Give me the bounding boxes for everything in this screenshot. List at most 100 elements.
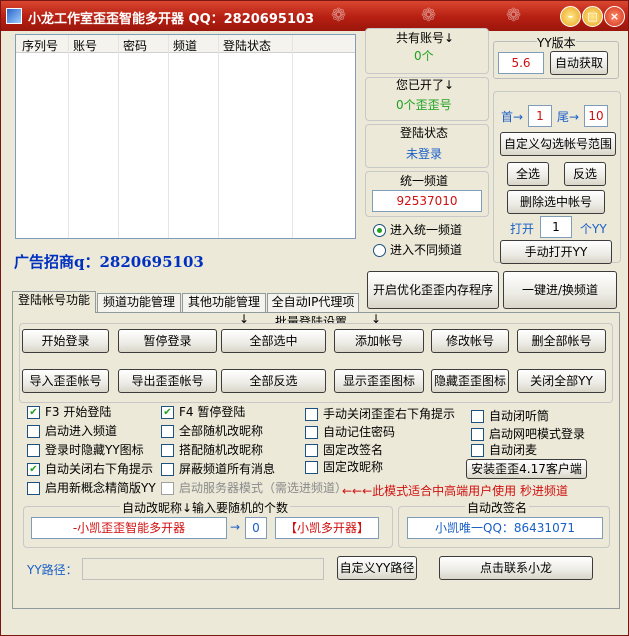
invert-selection-button[interactable]: 反选 xyxy=(564,162,606,186)
pause-login-button[interactable]: 暂停登录 xyxy=(118,329,217,353)
column-divider xyxy=(68,35,69,238)
open-count-label: 打开 xyxy=(510,222,535,236)
auto-get-version-button[interactable]: 自动获取 xyxy=(550,51,608,75)
checkbox-label: 全部随机改昵称 xyxy=(179,424,264,438)
swirl-ornament-icon: ❁ xyxy=(331,5,347,26)
range-last-label: 尾→ xyxy=(557,110,580,124)
radio-label: 进入统一频道 xyxy=(390,223,463,237)
checkbox-checked-icon: ✔ xyxy=(161,406,174,419)
column-header[interactable]: 登陆状态 xyxy=(223,37,271,54)
install-yy-client-button[interactable]: 安装歪歪4.17客户端 xyxy=(466,459,587,479)
yy-version-label: YY版本 xyxy=(537,34,576,51)
open-count-unit: 个YY xyxy=(580,222,607,236)
checkbox-enter-channel-on-start[interactable]: 启动进入频道 xyxy=(27,424,117,440)
checkbox-manual-close-tips[interactable]: 手动关闭歪歪右下角提示 xyxy=(305,407,455,423)
checkbox-hide-yy-icon[interactable]: 登录时隐藏YY图标 xyxy=(27,443,144,459)
checkbox-label: 自动闭麦 xyxy=(489,443,538,457)
column-header[interactable]: 频道 xyxy=(173,37,197,54)
checkbox-label: 登录时隐藏YY图标 xyxy=(45,443,144,457)
start-login-button[interactable]: 开始登录 xyxy=(22,329,109,353)
checkbox-checked-icon: ✔ xyxy=(27,463,40,476)
checkbox-netcafe-mode[interactable]: 启动网吧模式登录 xyxy=(471,427,585,443)
swirl-ornament-icon: ❁ xyxy=(506,5,522,26)
radio-selected-icon xyxy=(373,224,386,237)
hide-yy-icon-button[interactable]: 隐藏歪歪图标 xyxy=(431,369,509,393)
checkbox-server-mode[interactable]: 启动服务器模式（需选进频道） xyxy=(161,481,347,497)
column-header[interactable]: 账号 xyxy=(73,37,97,54)
select-all-accounts-button[interactable]: 全部选中 xyxy=(221,329,326,353)
column-divider xyxy=(118,35,119,238)
close-icon[interactable]: × xyxy=(604,6,625,27)
checkbox-random-nickname-all[interactable]: 全部随机改昵称 xyxy=(161,424,263,440)
import-accounts-button[interactable]: 导入歪歪帐号 xyxy=(22,369,109,393)
checkbox-icon xyxy=(471,410,484,423)
tab-ip-proxy[interactable]: 全自动IP代理项 xyxy=(267,293,359,312)
open-count-input[interactable]: 1 xyxy=(540,216,572,238)
checkbox-fixed-nickname[interactable]: 固定改昵称 xyxy=(305,460,383,476)
edit-account-button[interactable]: 修改帐号 xyxy=(431,329,509,353)
radio-unified-channel[interactable]: 进入统一频道 xyxy=(373,223,462,239)
delete-selected-button[interactable]: 删除选中帐号 xyxy=(507,190,605,214)
add-account-button[interactable]: 添加帐号 xyxy=(334,329,424,353)
yy-path-input[interactable] xyxy=(82,558,324,580)
checkbox-label: 屏蔽频道所有消息 xyxy=(179,462,276,476)
column-header[interactable]: 密码 xyxy=(123,37,147,54)
checkbox-label: F4 暂停登陆 xyxy=(179,405,246,419)
show-yy-icon-button[interactable]: 显示歪歪图标 xyxy=(334,369,424,393)
nickname-input[interactable]: -小凯歪歪智能多开器 xyxy=(31,517,227,539)
tab-channel-management[interactable]: 频道功能管理 xyxy=(97,293,181,312)
table-header: 序列号 账号 密码 频道 登陆状态 xyxy=(16,35,355,53)
total-accounts-label: 共有账号↓ xyxy=(396,31,455,45)
custom-yy-path-button[interactable]: 自定义YY路径 xyxy=(337,556,417,580)
column-divider xyxy=(168,35,169,238)
one-click-switch-channel-button[interactable]: 一键进/换频道 xyxy=(503,271,617,309)
title-bar[interactable]: 小龙工作室歪歪智能多开器 QQ：2820695103 ❁ ❁ ❁ – □ × xyxy=(1,1,628,31)
account-table[interactable]: 序列号 账号 密码 频道 登陆状态 xyxy=(15,34,356,239)
checkbox-auto-close-speaker[interactable]: 自动闭听筒 xyxy=(471,409,549,425)
checkbox-f3-start-login[interactable]: ✔ F3 开始登陆 xyxy=(27,405,111,421)
column-header[interactable]: 序列号 xyxy=(22,37,58,54)
checkbox-icon xyxy=(305,444,318,457)
range-first-label: 首→ xyxy=(501,110,524,124)
checkbox-icon xyxy=(161,444,174,457)
nickname-suffix-input[interactable]: 【小凯多开器】 xyxy=(275,517,379,539)
login-status-value: 未登录 xyxy=(406,147,443,161)
checkbox-icon xyxy=(27,482,40,495)
checkbox-block-channel-messages[interactable]: 屏蔽频道所有消息 xyxy=(161,462,275,478)
opened-accounts-value: 0个歪歪号 xyxy=(396,98,452,112)
tab-login-accounts[interactable]: 登陆帐号功能 xyxy=(12,291,96,313)
checkbox-label: 启动服务器模式（需选进频道） xyxy=(179,481,348,495)
checkbox-remember-password[interactable]: 自动记住密码 xyxy=(305,425,395,441)
checkbox-f4-pause-login[interactable]: ✔ F4 暂停登陆 xyxy=(161,405,245,421)
range-last-input[interactable]: 10 xyxy=(584,105,608,127)
maximize-icon[interactable]: □ xyxy=(582,6,603,27)
export-accounts-button[interactable]: 导出歪歪帐号 xyxy=(118,369,217,393)
checkbox-label: 手动关闭歪歪右下角提示 xyxy=(323,407,456,421)
checkbox-label: F3 开始登陆 xyxy=(45,405,112,419)
select-all-button[interactable]: 全选 xyxy=(507,162,549,186)
minimize-icon[interactable]: – xyxy=(560,6,581,27)
optimize-memory-button[interactable]: 开启优化歪歪内存程序 xyxy=(367,271,499,309)
signature-input[interactable]: 小凯唯一QQ：86431071 xyxy=(407,517,603,539)
checkbox-auto-close-mic[interactable]: 自动闭麦 xyxy=(471,443,537,459)
unified-channel-input[interactable]: 92537010 xyxy=(372,190,482,212)
manual-open-yy-button[interactable]: 手动打开YY xyxy=(500,240,612,264)
yy-version-input[interactable]: 5.6 xyxy=(498,52,544,74)
checkbox-random-nickname-mix[interactable]: 搭配随机改昵称 xyxy=(161,443,263,459)
checkbox-lite-yy[interactable]: 启用新概念精简版YY xyxy=(27,481,156,497)
invert-all-button[interactable]: 全部反选 xyxy=(221,369,326,393)
custom-range-button[interactable]: 自定义勾选帐号范围 xyxy=(500,132,616,156)
range-first-input[interactable]: 1 xyxy=(528,105,552,127)
radio-different-channels[interactable]: 进入不同频道 xyxy=(373,243,462,259)
random-count-input[interactable]: 0 xyxy=(245,517,267,539)
close-all-yy-button[interactable]: 关闭全部YY xyxy=(517,369,606,393)
app-icon xyxy=(6,8,22,24)
delete-all-accounts-button[interactable]: 删全部帐号 xyxy=(517,329,606,353)
checkbox-icon xyxy=(161,463,174,476)
tab-other-management[interactable]: 其他功能管理 xyxy=(182,293,266,312)
contact-xiaolong-button[interactable]: 点击联系小龙 xyxy=(439,556,593,580)
radio-icon xyxy=(373,244,386,257)
checkbox-fixed-signature[interactable]: 固定改签名 xyxy=(305,443,383,459)
checkbox-auto-close-tips[interactable]: ✔ 自动关闭右下角提示 xyxy=(27,462,153,478)
signature-group-title: 自动改签名 xyxy=(465,499,530,516)
